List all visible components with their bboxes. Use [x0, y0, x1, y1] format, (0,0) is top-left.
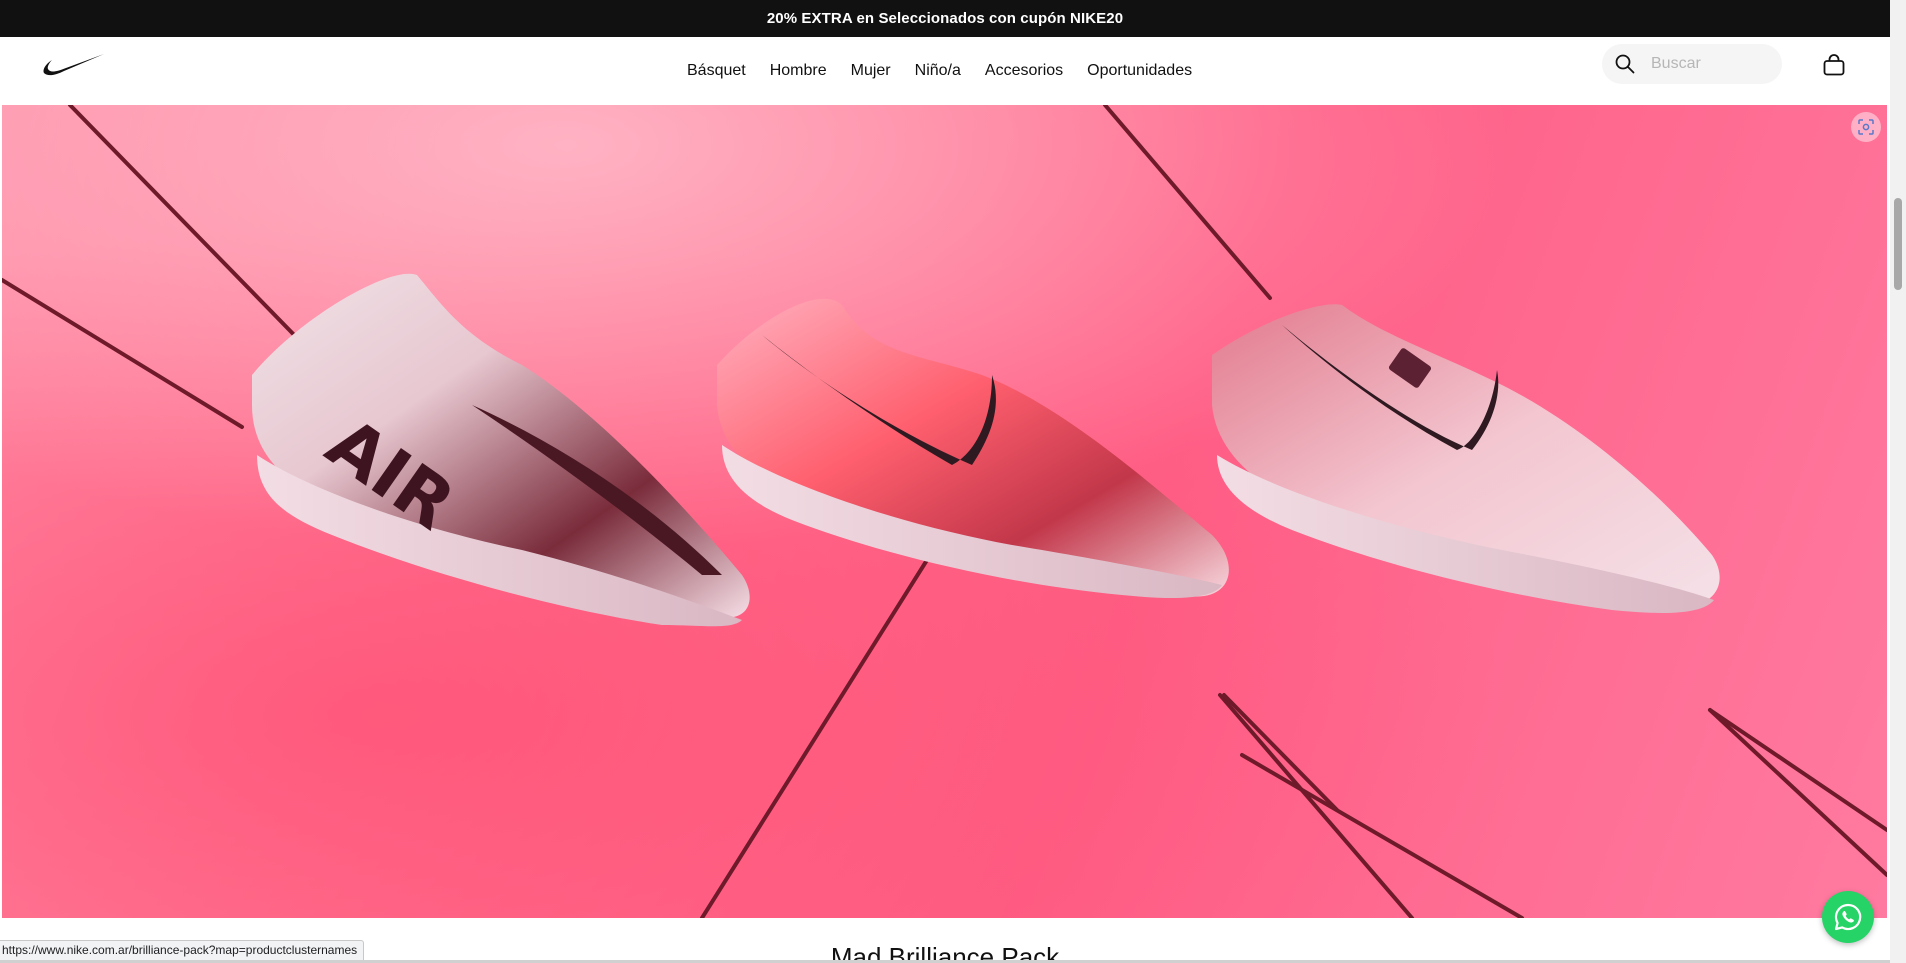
visual-search-button[interactable] [1851, 112, 1881, 142]
nav-item-hombre[interactable]: Hombre [770, 62, 827, 80]
search-input[interactable] [1649, 54, 1769, 74]
site-header: Básquet Hombre Mujer Niño/a Accesorios O… [0, 37, 1890, 105]
visual-search-icon [1858, 119, 1874, 135]
main-nav: Básquet Hombre Mujer Niño/a Accesorios O… [687, 37, 1192, 105]
promo-text: 20% EXTRA en Seleccionados con cupón NIK… [766, 10, 1124, 27]
promo-banner[interactable]: 20% EXTRA en Seleccionados con cupón NIK… [0, 0, 1890, 37]
hero-banner[interactable]: AIR [2, 105, 1887, 918]
whatsapp-icon [1834, 903, 1862, 931]
nike-swoosh-icon [43, 54, 104, 76]
search-box[interactable] [1602, 44, 1782, 84]
nav-item-basquet[interactable]: Básquet [687, 62, 746, 80]
shopping-bag-icon [1823, 54, 1845, 76]
scrollbar-thumb[interactable] [1894, 198, 1902, 290]
hero-image: AIR [2, 105, 1887, 918]
search-icon[interactable] [1613, 52, 1637, 76]
nav-item-accesorios[interactable]: Accesorios [985, 62, 1063, 80]
nav-item-oportunidades[interactable]: Oportunidades [1087, 62, 1192, 80]
status-bar-url: https://www.nike.com.ar/brilliance-pack?… [0, 940, 365, 961]
nike-logo-link[interactable] [42, 51, 106, 81]
nav-item-mujer[interactable]: Mujer [851, 62, 891, 80]
vertical-scrollbar[interactable] [1890, 0, 1906, 963]
nav-item-nino[interactable]: Niño/a [915, 62, 961, 80]
bag-button[interactable] [1821, 52, 1847, 78]
page: 20% EXTRA en Seleccionados con cupón NIK… [0, 0, 1906, 963]
whatsapp-button[interactable] [1822, 891, 1874, 943]
